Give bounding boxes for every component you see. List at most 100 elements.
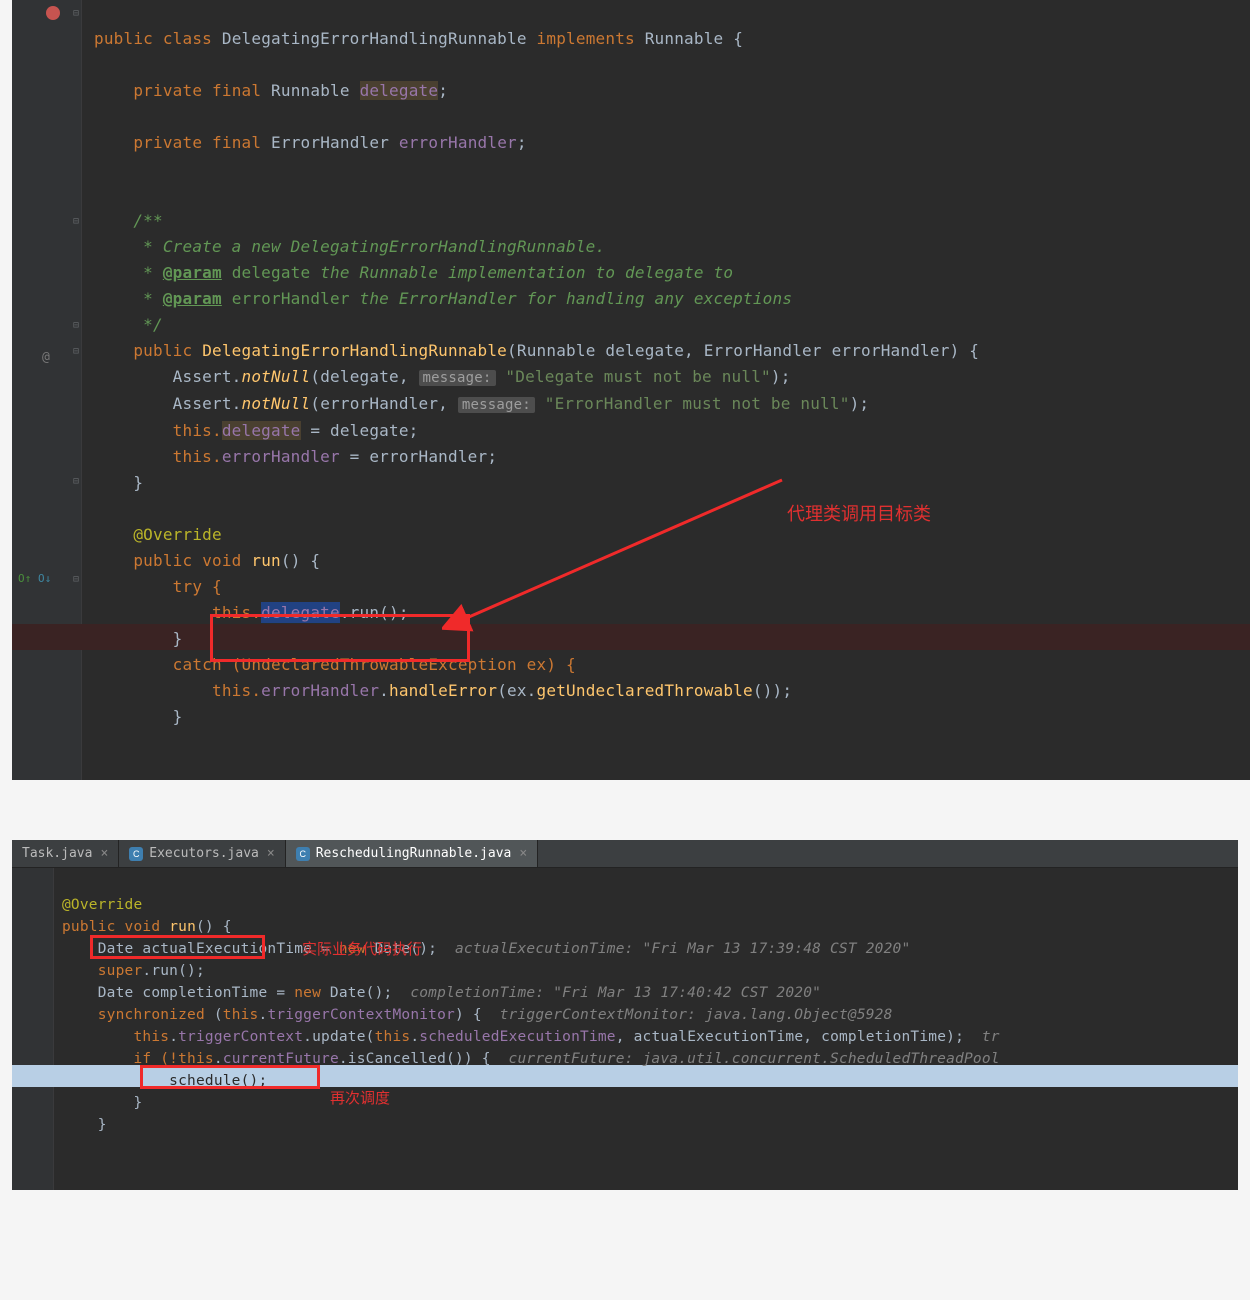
field-delegate: delegate — [360, 81, 439, 100]
keyword-implements: implements — [537, 29, 635, 48]
inline-hint: actualExecutionTime: "Fri Mar 13 17:39:4… — [455, 941, 910, 957]
paren: (delegate, — [310, 367, 418, 386]
field-errorHandler: errorHandler — [222, 447, 340, 466]
handleError: handleError — [389, 681, 497, 700]
fold-marker[interactable]: ⊟ — [73, 476, 79, 487]
javadoc-line: */ — [133, 315, 163, 334]
close-icon[interactable]: × — [519, 846, 527, 861]
assert-class: Assert. — [173, 367, 242, 386]
param-type: ErrorHandler — [704, 341, 822, 360]
fold-marker[interactable]: ⊟ — [73, 8, 79, 19]
string: "Delegate must not be null" — [505, 367, 771, 386]
keyword-private: private — [133, 133, 202, 152]
annotation-label-reschedule: 再次调度 — [330, 1087, 390, 1108]
param-type: Runnable — [517, 341, 596, 360]
annotation-override: @Override — [62, 897, 142, 913]
breakpoint-icon[interactable] — [46, 6, 60, 20]
javadoc-tag: @param — [163, 289, 222, 308]
param-hint: message: — [458, 397, 535, 413]
code-content[interactable]: @Override public void run() { Date actua… — [62, 872, 1000, 1158]
annotation-label-delegate: 代理类调用目标类 — [787, 500, 931, 526]
close-icon[interactable]: × — [267, 846, 275, 861]
this: this. — [212, 603, 261, 622]
field-errorHandler: errorHandler — [261, 681, 379, 700]
javadoc-text: the ErrorHandler for handling any except… — [350, 289, 792, 308]
param-hint: message: — [419, 370, 496, 386]
keyword-void: void — [125, 919, 161, 935]
keyword-final: final — [212, 81, 261, 100]
tab-label: Executors.java — [149, 846, 259, 861]
editor-tabs: Task.java × C Executors.java × C Reschedul… — [12, 840, 1238, 868]
code-content[interactable]: public class DelegatingErrorHandlingRunn… — [94, 0, 979, 756]
inline-hint: tr — [982, 1029, 1000, 1045]
tab-rescheduling-runnable-java[interactable]: C ReschedulingRunnable.java × — [286, 840, 539, 867]
class-name: DelegatingErrorHandlingRunnable — [222, 29, 527, 48]
this: this. — [173, 447, 222, 466]
inline-hint: triggerContextMonitor: java.lang.Object@… — [500, 1007, 893, 1023]
tab-task-java[interactable]: Task.java × — [12, 840, 119, 867]
tab-label: ReschedulingRunnable.java — [316, 846, 512, 861]
annotation-override: @Override — [133, 525, 222, 544]
keyword-public: public — [62, 919, 116, 935]
keyword-public: public — [133, 341, 192, 360]
interface-name: Runnable — [645, 29, 724, 48]
javadoc-tag: @param — [163, 263, 222, 282]
class-file-icon: C — [296, 847, 310, 861]
keyword-void: void — [202, 551, 241, 570]
keyword-synchronized: synchronized — [98, 1007, 214, 1023]
gutter — [12, 868, 54, 1190]
notNull: notNull — [242, 394, 311, 413]
javadoc-line: * — [133, 289, 163, 308]
param: errorHandler — [832, 341, 950, 360]
code-editor-top[interactable]: ⊟ ⊟ ⊟ ⊟ ⊟ @ O↑ O↓ ⊟ public class Delegat… — [12, 0, 1250, 780]
assert-class: Assert. — [173, 394, 242, 413]
run: run — [251, 551, 281, 570]
javadoc-line: /** — [133, 211, 163, 230]
javadoc-param: delegate — [232, 263, 311, 282]
super: super — [98, 963, 143, 979]
tab-executors-java[interactable]: C Executors.java × — [119, 840, 285, 867]
run: run — [169, 919, 196, 935]
fold-marker[interactable]: ⊟ — [73, 574, 79, 585]
keyword-catch: catch (UndeclaredThrowableException ex) … — [173, 655, 576, 674]
type: ErrorHandler — [271, 133, 389, 152]
notNull: notNull — [242, 367, 311, 386]
this: this. — [173, 421, 222, 440]
fold-marker[interactable]: ⊟ — [73, 320, 79, 331]
class-file-icon: C — [129, 847, 143, 861]
tab-label: Task.java — [22, 846, 92, 861]
fold-marker[interactable]: ⊟ — [73, 346, 79, 357]
keyword-public: public — [133, 551, 192, 570]
overridden-method-icon[interactable]: O↓ — [38, 572, 51, 585]
gutter: ⊟ ⊟ ⊟ ⊟ ⊟ @ O↑ O↓ ⊟ — [12, 0, 82, 780]
getUndeclaredThrowable: getUndeclaredThrowable — [537, 681, 753, 700]
string: "ErrorHandler must not be null" — [545, 394, 850, 413]
keyword-try: try { — [173, 577, 222, 596]
keyword-public: public — [94, 29, 153, 48]
inline-hint: currentFuture: java.util.concurrent.Sche… — [509, 1051, 1000, 1067]
javadoc-param: errorHandler — [232, 289, 350, 308]
param: delegate — [605, 341, 684, 360]
inline-hint: completionTime: "Fri Mar 13 17:40:42 CST… — [410, 985, 821, 1001]
paren: (errorHandler, — [310, 394, 458, 413]
this: this. — [212, 681, 261, 700]
gutter-override-icon[interactable]: @ — [42, 350, 50, 365]
brace: } — [173, 629, 183, 648]
annotation-label-business: 实际业务代码执行 — [302, 938, 422, 959]
overriding-method-icon[interactable]: O↑ — [18, 572, 31, 585]
fold-marker[interactable]: ⊟ — [73, 216, 79, 227]
keyword-class: class — [163, 29, 212, 48]
schedule-call: schedule(); — [169, 1073, 267, 1089]
field-delegate-selected: delegate — [261, 602, 340, 623]
keyword-final: final — [212, 133, 261, 152]
field-delegate: delegate — [222, 421, 301, 440]
keyword-private: private — [133, 81, 202, 100]
type: Runnable — [271, 81, 350, 100]
code-editor-bottom[interactable]: Task.java × C Executors.java × C Reschedul… — [12, 840, 1238, 1190]
close-icon[interactable]: × — [100, 846, 108, 861]
javadoc-line: * — [133, 263, 163, 282]
javadoc-line: * Create a new DelegatingErrorHandlingRu… — [133, 237, 605, 256]
field-errorHandler: errorHandler — [399, 133, 517, 152]
ctor-name: DelegatingErrorHandlingRunnable — [202, 341, 507, 360]
javadoc-text: the Runnable implementation to delegate … — [310, 263, 733, 282]
